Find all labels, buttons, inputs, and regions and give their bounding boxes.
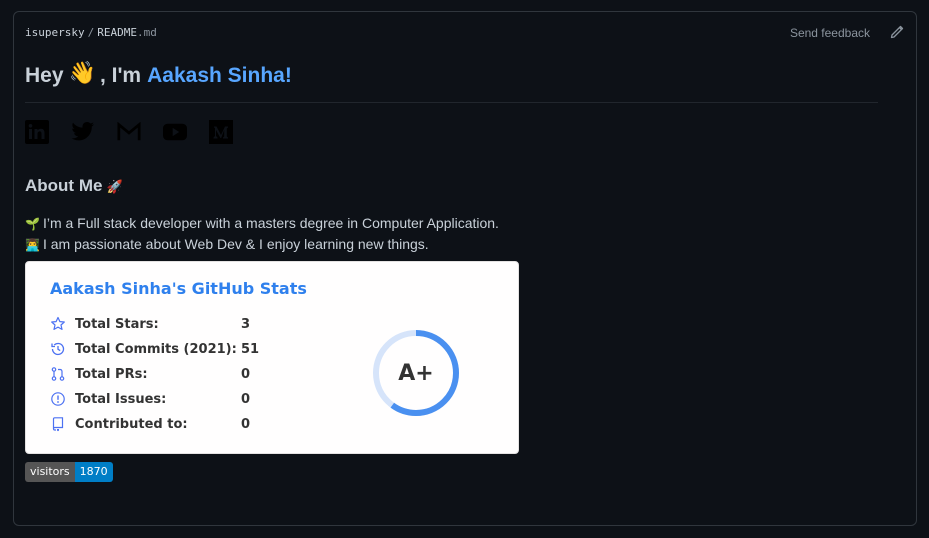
stat-label: Total Stars: bbox=[75, 316, 159, 332]
stat-row-contributed: Contributed to: 0 bbox=[50, 415, 250, 433]
linkedin-icon[interactable] bbox=[25, 119, 49, 145]
github-stats-card[interactable]: Aakash Sinha's GitHub Stats Total Stars:… bbox=[25, 261, 519, 454]
gmail-icon[interactable] bbox=[117, 119, 141, 145]
about-title: About Me bbox=[25, 176, 103, 195]
bio-text-2: I am passionate about Web Dev & I enjoy … bbox=[42, 236, 429, 252]
breadcrumb: isupersky / README.md bbox=[25, 26, 157, 39]
pencil-icon[interactable] bbox=[889, 24, 905, 40]
star-icon bbox=[51, 316, 65, 330]
stat-value: 0 bbox=[241, 391, 251, 407]
twitter-icon[interactable] bbox=[71, 119, 95, 145]
title-name-link[interactable]: Aakash Sinha! bbox=[147, 64, 292, 88]
repo-icon bbox=[52, 417, 64, 432]
pull-request-icon bbox=[51, 367, 65, 381]
breadcrumb-file: README bbox=[97, 26, 137, 39]
youtube-icon[interactable] bbox=[163, 119, 187, 145]
bio-line-2: 👨‍💻 I am passionate about Web Dev & I enj… bbox=[25, 236, 429, 252]
title-prefix: Hey bbox=[25, 64, 64, 87]
stat-row-stars: Total Stars: 3 bbox=[50, 315, 250, 333]
stat-label: Contributed to: bbox=[75, 416, 188, 432]
rocket-emoji: 🚀 bbox=[106, 179, 123, 194]
stat-label: Total Commits (2021): bbox=[75, 341, 237, 357]
wave-emoji: 👋 bbox=[68, 60, 96, 85]
stat-value: 0 bbox=[241, 416, 251, 432]
breadcrumb-file-ext: .md bbox=[136, 26, 157, 39]
visitors-count: 1870 bbox=[74, 462, 113, 482]
stats-title: Aakash Sinha's GitHub Stats bbox=[50, 279, 307, 298]
stat-value: 51 bbox=[241, 341, 260, 357]
social-links bbox=[25, 119, 255, 145]
bio-text-1: I’m a Full stack developer with a master… bbox=[42, 215, 499, 231]
bio-line-1: 🌱 I’m a Full stack developer with a maste… bbox=[25, 215, 499, 231]
about-heading: About Me 🚀 bbox=[25, 176, 123, 196]
stat-value: 3 bbox=[241, 316, 251, 332]
stat-label: Total PRs: bbox=[75, 366, 148, 382]
medium-icon[interactable] bbox=[209, 119, 233, 145]
grade-text: A+ bbox=[398, 360, 434, 386]
send-feedback-link[interactable]: Send feedback bbox=[790, 26, 870, 40]
issue-icon bbox=[51, 392, 65, 406]
breadcrumb-separator: / bbox=[87, 26, 95, 39]
stat-row-issues: Total Issues: 0 bbox=[50, 390, 250, 408]
stat-label: Total Issues: bbox=[75, 391, 167, 407]
technologist-emoji: 👨‍💻 bbox=[25, 238, 40, 252]
stat-row-commits: Total Commits (2021): 51 bbox=[50, 340, 259, 358]
title-middle: , I'm bbox=[99, 64, 142, 87]
page-title: Hey 👋 , I'm Aakash Sinha! bbox=[25, 60, 878, 103]
stat-row-prs: Total PRs: 0 bbox=[50, 365, 250, 383]
stat-value: 0 bbox=[241, 366, 251, 382]
breadcrumb-owner[interactable]: isupersky bbox=[25, 26, 85, 39]
visitors-label: visitors bbox=[25, 462, 75, 482]
seedling-emoji: 🌱 bbox=[25, 217, 40, 231]
history-icon bbox=[51, 342, 65, 356]
visitors-badge[interactable]: visitors 1870 bbox=[25, 462, 113, 482]
